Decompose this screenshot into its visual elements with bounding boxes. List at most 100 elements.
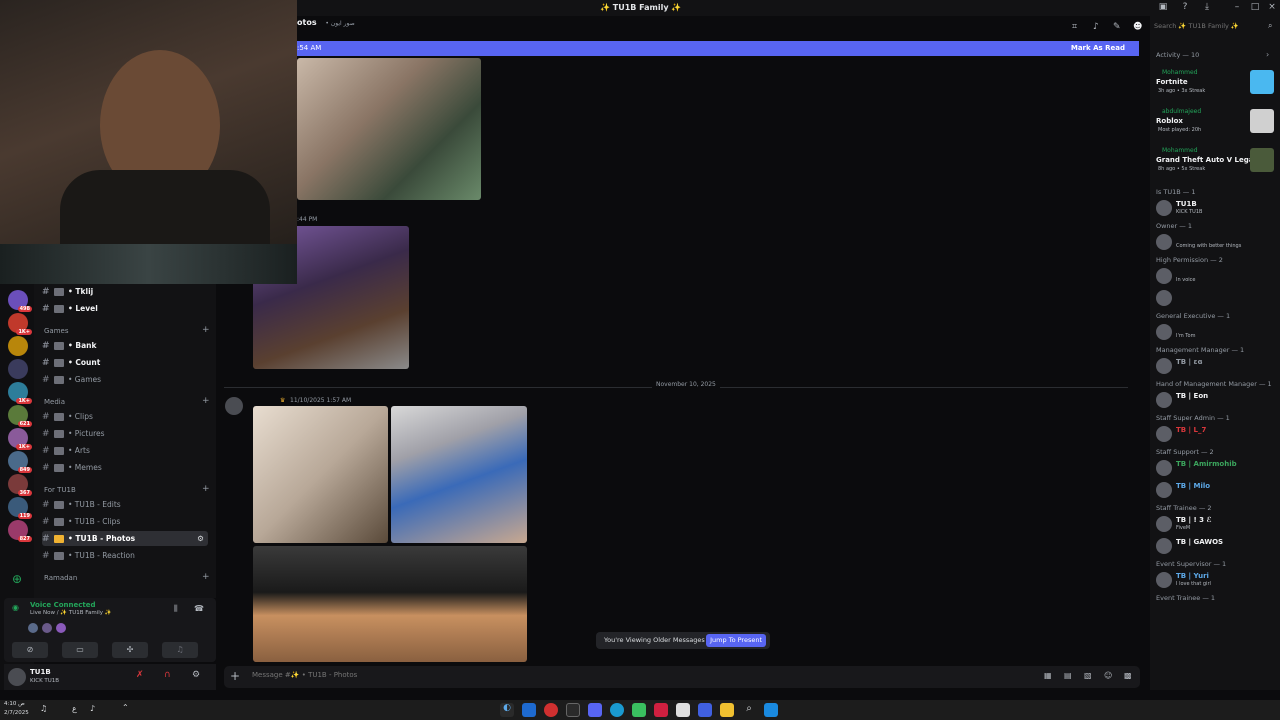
server-icon[interactable]: 1K+ — [8, 382, 32, 404]
photo-attachment[interactable] — [253, 406, 388, 543]
excel-icon[interactable] — [632, 703, 646, 717]
add-server-icon[interactable]: ⊕ — [12, 572, 22, 586]
category-media[interactable]: Media — [44, 398, 65, 406]
members-icon[interactable]: ☻ — [1133, 22, 1142, 32]
channel-item[interactable]: # • Games — [42, 372, 208, 387]
avatar[interactable] — [225, 397, 243, 415]
voice-channel[interactable]: Live Now / ✨ TU1B Family ✨ — [30, 610, 112, 616]
channel-item[interactable]: # • TU1B - Edits — [42, 497, 208, 512]
channel-item[interactable]: # • TU1B - Clips — [42, 514, 208, 529]
channel-item[interactable]: # • Pictures — [42, 426, 208, 441]
chevron-right-icon[interactable]: › — [1266, 50, 1269, 59]
add-attachment-icon[interactable]: + — [230, 669, 240, 683]
pin-icon[interactable]: ✎ — [1113, 22, 1121, 32]
member-item[interactable]: TB | Milo — [1154, 480, 1278, 500]
server-icon[interactable]: 1K+ — [8, 313, 32, 335]
user-settings-icon[interactable]: ⚙ — [192, 670, 200, 680]
activity-card[interactable]: Mohammed Grand Theft Auto V Legacy 8h ago … — [1154, 144, 1276, 178]
settings-icon[interactable]: ⚙ — [197, 534, 204, 543]
member-item[interactable]: TB | ɛɞ — [1154, 356, 1278, 376]
emoji-icon[interactable]: ☺ — [1104, 671, 1112, 680]
server-icon[interactable] — [8, 359, 28, 379]
search-icon[interactable]: ⌕ — [1268, 21, 1272, 31]
message-input[interactable] — [252, 671, 952, 679]
screen-share-button[interactable]: ▭ — [62, 642, 98, 658]
server-icon[interactable]: 119 — [8, 497, 32, 519]
channel-item-active[interactable]: # • TU1B - Photos ⚙ — [42, 531, 208, 546]
member-item[interactable]: TU1B KICK TU1B — [1154, 198, 1278, 218]
voice-status[interactable]: Voice Connected — [30, 601, 96, 609]
server-icon[interactable] — [8, 336, 28, 356]
channel-item[interactable]: # • Arts — [42, 443, 208, 458]
search-icon[interactable]: ⌕ — [742, 703, 756, 717]
add-channel-icon[interactable]: + — [202, 396, 210, 406]
voice-member-avatar[interactable] — [28, 623, 38, 633]
discord-icon[interactable] — [588, 703, 602, 717]
activities-button[interactable]: ✣ — [112, 642, 148, 658]
calendar-icon[interactable] — [676, 703, 690, 717]
inbox-icon[interactable]: ▣ — [1156, 2, 1170, 14]
minimize-button[interactable]: – — [1230, 2, 1244, 14]
avatar[interactable] — [8, 668, 26, 686]
edge-icon[interactable] — [610, 703, 624, 717]
new-messages-banner[interactable]: :54 AM Mark As Read — [297, 41, 1139, 56]
user-name[interactable]: TU1B — [30, 668, 51, 676]
add-channel-icon[interactable]: + — [202, 325, 210, 335]
start-icon[interactable] — [764, 703, 778, 717]
copilot-icon[interactable] — [698, 703, 712, 717]
close-button[interactable]: × — [1265, 2, 1279, 14]
gift-icon[interactable]: ▦ — [1044, 671, 1052, 680]
app-icon[interactable] — [566, 703, 580, 717]
capcut-icon[interactable] — [654, 703, 668, 717]
chrome-icon[interactable] — [544, 703, 558, 717]
server-icon[interactable]: 849 — [8, 451, 32, 473]
language-indicator[interactable]: ع — [72, 704, 77, 713]
channel-item[interactable]: # • Count — [42, 355, 208, 370]
voice-member-avatar[interactable] — [56, 623, 66, 633]
photo-attachment[interactable] — [391, 406, 527, 543]
noise-suppression-icon[interactable]: ⫼ — [174, 604, 178, 614]
disconnect-icon[interactable]: ☎ — [194, 604, 204, 613]
server-icon[interactable]: 367 — [8, 474, 32, 496]
steam-icon[interactable]: ◐ — [500, 703, 514, 717]
microphone-icon[interactable]: ♪ — [90, 704, 95, 713]
soundboard-button[interactable]: ♫ — [162, 642, 198, 658]
camera-off-button[interactable]: ⊘ — [12, 642, 48, 658]
add-channel-icon[interactable]: + — [202, 484, 210, 494]
member-item[interactable] — [1154, 288, 1278, 308]
editor-app-icon[interactable] — [522, 703, 536, 717]
activity-card[interactable]: abdulmajeed Roblox Most played: 20h — [1154, 105, 1276, 139]
voice-member-avatar[interactable] — [42, 623, 52, 633]
search-input[interactable] — [1154, 22, 1266, 30]
photo-attachment[interactable] — [253, 546, 527, 662]
jump-to-present-button[interactable]: Jump To Present — [706, 634, 766, 647]
server-icon[interactable]: 498 — [8, 290, 32, 312]
mute-icon[interactable]: ✗ — [136, 670, 144, 680]
channel-item[interactable]: # • TU1B - Reaction — [42, 548, 208, 563]
category-ramadan[interactable]: Ramadan — [44, 574, 77, 582]
notification-icon[interactable]: ♪ — [1093, 22, 1099, 32]
channel-item[interactable]: # • Tklij — [42, 284, 208, 299]
category-games[interactable]: Games — [44, 327, 69, 335]
channel-item[interactable]: # • Bank — [42, 338, 208, 353]
member-item[interactable]: TB | GAWOS — [1154, 536, 1278, 556]
chevron-up-icon[interactable]: ⌃ — [122, 703, 129, 712]
category-for-tu1b[interactable]: For TU1B — [44, 486, 76, 494]
channel-item[interactable]: # • Level — [42, 301, 208, 316]
file-explorer-icon[interactable] — [720, 703, 734, 717]
member-item[interactable]: TB | L_7 — [1154, 424, 1278, 444]
mark-as-read-button[interactable]: Mark As Read — [1071, 44, 1125, 52]
deafen-icon[interactable]: ∩ — [164, 670, 171, 680]
member-item[interactable]: TB | ! 3 ℰ FiveM — [1154, 514, 1278, 534]
channel-item[interactable]: # • Clips — [42, 409, 208, 424]
add-channel-icon[interactable]: + — [202, 572, 210, 582]
apps-icon[interactable]: ▩ — [1124, 671, 1132, 680]
maximize-button[interactable]: □ — [1248, 2, 1262, 14]
channel-item[interactable]: # • Memes — [42, 460, 208, 475]
activity-card[interactable]: Mohammed Fortnite 3h ago • 3x Streak — [1154, 66, 1276, 100]
download-icon[interactable]: ⤓ — [1200, 2, 1214, 14]
member-item[interactable]: TB | Yuri I love that girl — [1154, 570, 1278, 590]
member-item[interactable]: TB | Eon — [1154, 390, 1278, 410]
notification-bell-icon[interactable]: ♫ — [40, 704, 47, 713]
gif-icon[interactable]: ▤ — [1064, 671, 1072, 680]
